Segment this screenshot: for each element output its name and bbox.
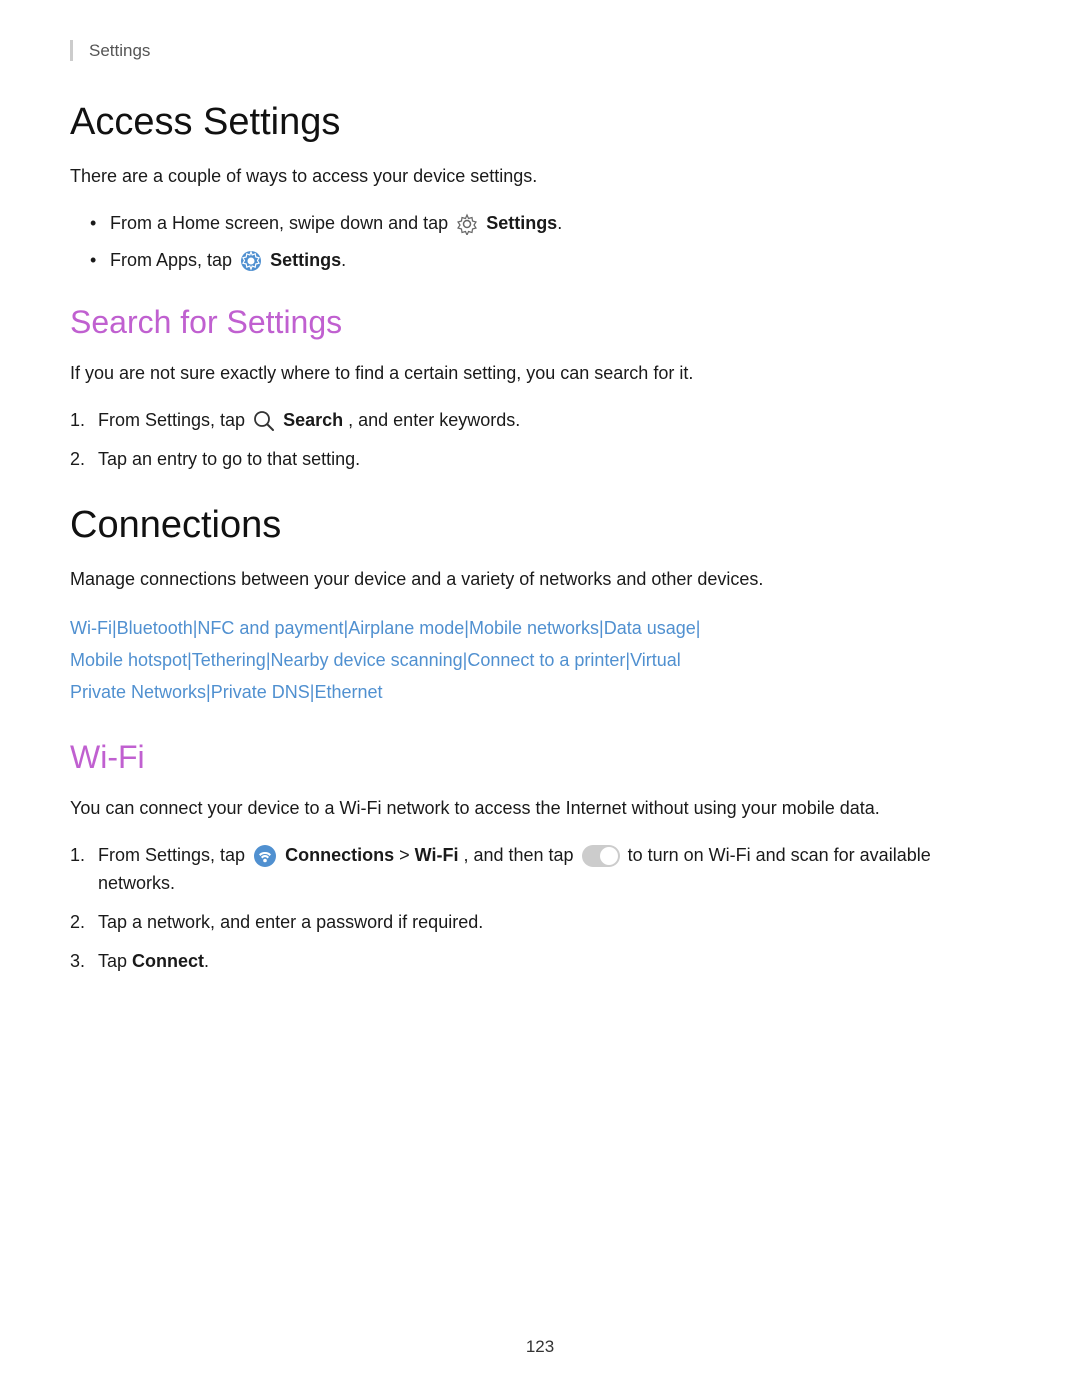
search-step2-text: Tap an entry to go to that setting. <box>98 449 360 469</box>
wifi-section: Wi-Fi You can connect your device to a W… <box>70 739 1010 976</box>
settings-blue-icon <box>240 250 262 272</box>
link-mobile-networks[interactable]: Mobile networks <box>469 618 599 638</box>
connections-intro: Manage connections between your device a… <box>70 565 1010 594</box>
link-vpn[interactable]: Virtual <box>630 650 681 670</box>
connections-section: Connections Manage connections between y… <box>70 504 1010 709</box>
bullet-item-home-screen: From a Home screen, swipe down and tap S… <box>90 209 1010 238</box>
sep6: | <box>696 618 701 638</box>
search-settings-title: Search for Settings <box>70 304 1010 341</box>
wifi-title: Wi-Fi <box>70 739 1010 776</box>
connections-wifi-icon <box>253 844 277 868</box>
search-step-2: Tap an entry to go to that setting. <box>90 445 1010 474</box>
page: Settings Access Settings There are a cou… <box>0 0 1080 1397</box>
wifi-step1-before: From Settings, tap <box>98 845 250 865</box>
breadcrumb-text: Settings <box>89 41 150 60</box>
wifi-step-3: Tap Connect. <box>90 947 1010 976</box>
wifi-step3-after: . <box>204 951 209 971</box>
wifi-step3-before: Tap <box>98 951 132 971</box>
toggle-icon <box>582 845 620 867</box>
link-nearby[interactable]: Nearby device scanning <box>271 650 463 670</box>
link-bluetooth[interactable]: Bluetooth <box>117 618 193 638</box>
bullet-item-apps: From Apps, tap Settings. <box>90 246 1010 275</box>
link-vpn2[interactable]: Private Networks <box>70 682 206 702</box>
wifi-step1-middle: , and then tap <box>463 845 578 865</box>
bullet-home-bold: Settings <box>486 213 557 233</box>
link-private-dns[interactable]: Private DNS <box>211 682 310 702</box>
search-step1-before: From Settings, tap <box>98 410 250 430</box>
link-nfc[interactable]: NFC and payment <box>197 618 343 638</box>
wifi-intro: You can connect your device to a Wi-Fi n… <box>70 794 1010 823</box>
breadcrumb: Settings <box>70 40 1010 61</box>
wifi-step2-text: Tap a network, and enter a password if r… <box>98 912 483 932</box>
link-wifi[interactable]: Wi-Fi <box>70 618 112 638</box>
access-settings-title: Access Settings <box>70 101 1010 144</box>
search-icon <box>253 410 275 432</box>
page-number: 123 <box>0 1337 1080 1357</box>
search-step-1: From Settings, tap Search , and enter ke… <box>90 406 1010 435</box>
gear-icon <box>456 213 478 235</box>
search-settings-intro: If you are not sure exactly where to fin… <box>70 359 1010 388</box>
wifi-steps: From Settings, tap Connections > Wi-Fi ,… <box>90 841 1010 976</box>
link-mobile-hotspot[interactable]: Mobile hotspot <box>70 650 187 670</box>
search-step1-after: , and enter keywords. <box>348 410 520 430</box>
wifi-step1-connections-bold: Connections <box>285 845 394 865</box>
wifi-step1-arrow: > <box>399 845 415 865</box>
search-settings-section: Search for Settings If you are not sure … <box>70 304 1010 473</box>
connections-links: Wi-Fi|Bluetooth|NFC and payment|Airplane… <box>70 612 1010 709</box>
access-settings-bullets: From a Home screen, swipe down and tap S… <box>90 209 1010 275</box>
link-printer[interactable]: Connect to a printer <box>467 650 625 670</box>
wifi-step1-wifi-bold: Wi-Fi <box>415 845 459 865</box>
connections-title: Connections <box>70 504 1010 547</box>
access-settings-intro: There are a couple of ways to access you… <box>70 162 1010 191</box>
bullet-apps-text-before: From Apps, tap <box>110 250 237 270</box>
bullet-apps-bold: Settings <box>270 250 341 270</box>
wifi-step3-bold: Connect <box>132 951 204 971</box>
wifi-step-1: From Settings, tap Connections > Wi-Fi ,… <box>90 841 1010 899</box>
search-settings-steps: From Settings, tap Search , and enter ke… <box>90 406 1010 474</box>
link-tethering[interactable]: Tethering <box>192 650 266 670</box>
link-ethernet[interactable]: Ethernet <box>314 682 382 702</box>
access-settings-section: Access Settings There are a couple of wa… <box>70 101 1010 274</box>
link-airplane[interactable]: Airplane mode <box>348 618 464 638</box>
link-data-usage[interactable]: Data usage <box>604 618 696 638</box>
bullet-home-text-before: From a Home screen, swipe down and tap <box>110 213 453 233</box>
wifi-step-2: Tap a network, and enter a password if r… <box>90 908 1010 937</box>
search-step1-bold: Search <box>283 410 343 430</box>
